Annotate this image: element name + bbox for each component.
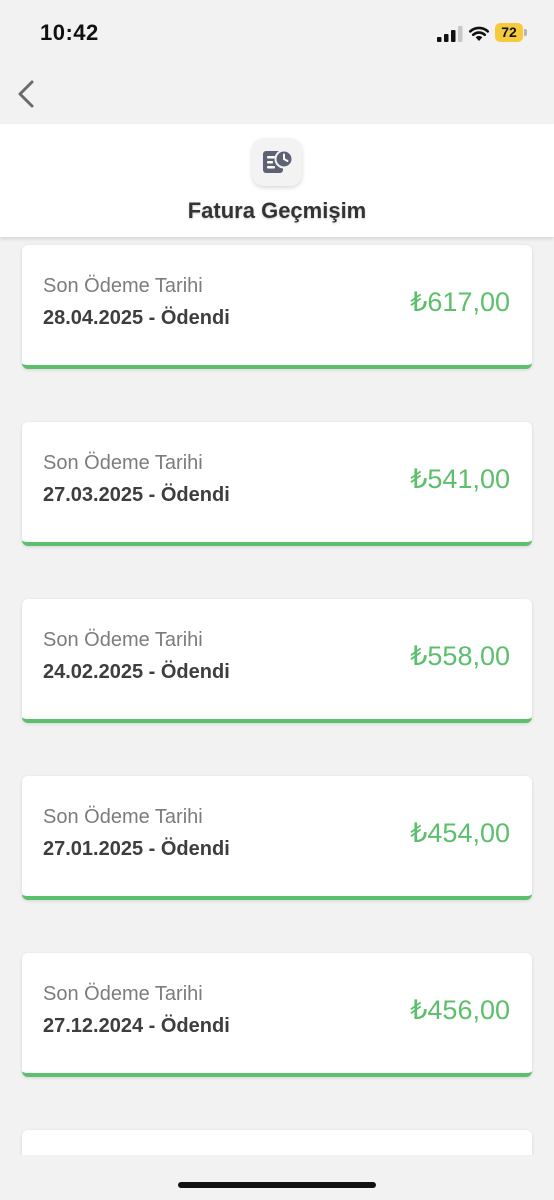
bill-amount: ₺617,00 xyxy=(410,287,510,317)
bill-card[interactable]: Son Ödeme Tarihi 28.04.2025 - Ödendi ₺61… xyxy=(22,245,532,369)
page-header: Fatura Geçmişim xyxy=(0,124,554,237)
status-time: 10:42 xyxy=(40,20,99,45)
bill-amount: ₺558,00 xyxy=(410,641,510,671)
header-icon-container xyxy=(252,138,302,186)
bill-date-status: 27.12.2024 - Ödendi xyxy=(43,1015,230,1037)
back-button[interactable] xyxy=(10,74,46,114)
battery-level: 72 xyxy=(501,24,517,40)
bill-amount: ₺454,00 xyxy=(410,818,510,848)
bill-card[interactable]: Son Ödeme Tarihi 27.12.2024 - Ödendi ₺45… xyxy=(22,953,532,1077)
due-date-label: Son Ödeme Tarihi xyxy=(43,629,203,651)
page-title: Fatura Geçmişim xyxy=(187,198,367,223)
chevron-left-icon xyxy=(18,80,34,108)
due-date-label: Son Ödeme Tarihi xyxy=(43,983,203,1005)
bill-history-icon xyxy=(263,149,294,173)
bill-date-status: 28.04.2025 - Ödendi xyxy=(43,307,230,329)
bill-amount: ₺541,00 xyxy=(410,464,510,494)
cellular-signal-icon xyxy=(437,26,463,42)
bill-date-status: 24.02.2025 - Ödendi xyxy=(43,661,230,683)
bill-card[interactable]: Son Ödeme Tarihi 27.03.2025 - Ödendi ₺54… xyxy=(22,422,532,546)
bill-amount: ₺456,00 xyxy=(410,995,510,1025)
bill-history-list[interactable]: Son Ödeme Tarihi 28.04.2025 - Ödendi ₺61… xyxy=(0,237,554,1155)
battery-cap xyxy=(524,29,527,36)
status-bar: 10:42 72 xyxy=(0,0,554,66)
due-date-label: Son Ödeme Tarihi xyxy=(43,806,203,828)
home-indicator[interactable] xyxy=(178,1182,376,1188)
battery-icon: 72 xyxy=(495,23,527,42)
due-date-label: Son Ödeme Tarihi xyxy=(43,275,203,297)
bill-card[interactable]: Son Ödeme Tarihi 24.02.2025 - Ödendi ₺55… xyxy=(22,599,532,723)
bill-card[interactable] xyxy=(22,1130,532,1155)
due-date-label: Son Ödeme Tarihi xyxy=(43,452,203,474)
bill-card[interactable]: Son Ödeme Tarihi 27.01.2025 - Ödendi ₺45… xyxy=(22,776,532,900)
bill-date-status: 27.03.2025 - Ödendi xyxy=(43,484,230,506)
bill-date-status: 27.01.2025 - Ödendi xyxy=(43,838,230,860)
wifi-icon xyxy=(468,26,490,41)
